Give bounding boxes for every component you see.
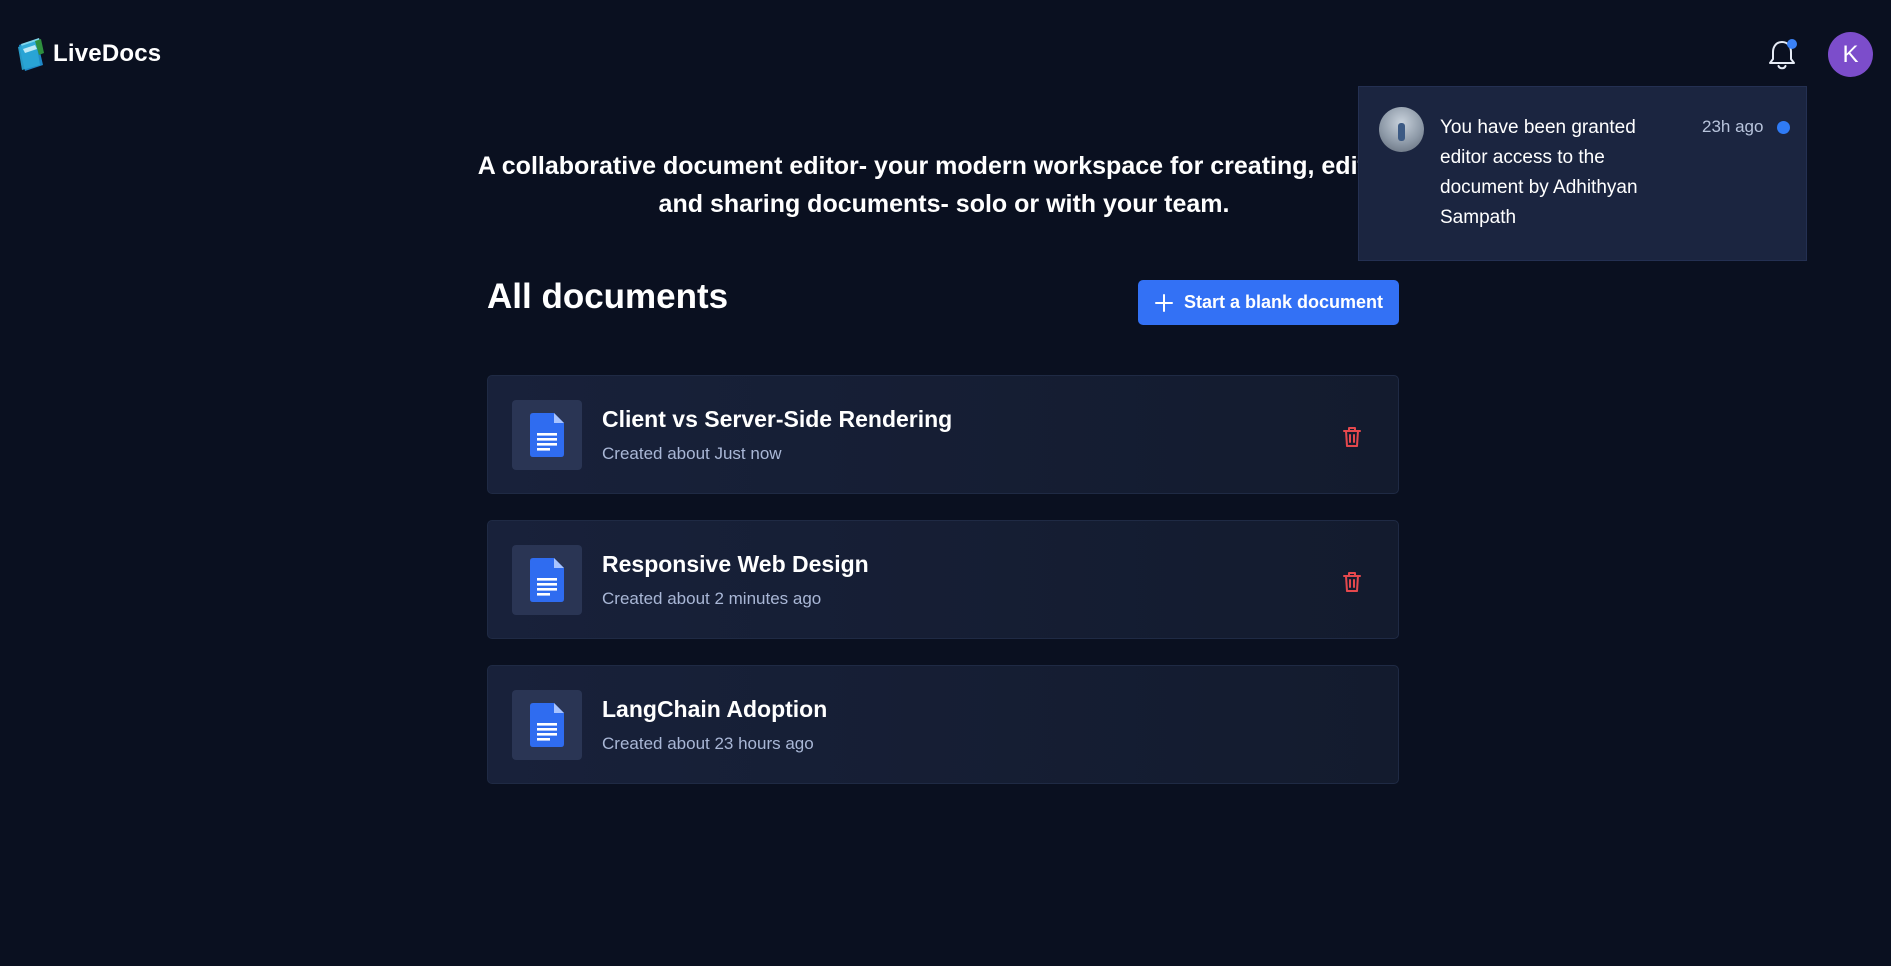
document-thumbnail	[512, 545, 582, 615]
document-thumbnail	[512, 400, 582, 470]
document-created: Created about 2 minutes ago	[602, 589, 822, 608]
document-card[interactable]: Responsive Web Design Created about 2 mi…	[487, 520, 1399, 639]
document-title[interactable]: Client vs Server-Side Rendering	[602, 406, 952, 433]
document-title[interactable]: Responsive Web Design	[602, 551, 869, 578]
document-card[interactable]: Client vs Server-Side Rendering Created …	[487, 375, 1399, 494]
trash-icon[interactable]	[1342, 426, 1362, 448]
avatar-photo-figure	[1398, 123, 1405, 141]
notification-sender-avatar	[1379, 107, 1424, 152]
document-icon	[530, 703, 564, 747]
start-blank-document-label: Start a blank document	[1183, 292, 1384, 312]
livedocs-home: LiveDocs K A collaborative document edit…	[0, 0, 1891, 966]
document-card[interactable]: LangChain Adoption Created about 23 hour…	[487, 665, 1399, 784]
document-created: Created about Just now	[602, 444, 782, 463]
avatar-initial: K	[1842, 40, 1859, 68]
document-title[interactable]: LangChain Adoption	[602, 696, 827, 723]
notification-message: You have been granted editor access to t…	[1440, 117, 1638, 228]
start-blank-document-button[interactable]: Start a blank document	[1138, 280, 1399, 325]
document-thumbnail	[512, 690, 582, 760]
trash-icon[interactable]	[1342, 571, 1362, 593]
notification-unread-dot	[1777, 121, 1790, 134]
livedocs-logo-icon	[18, 38, 44, 71]
page-tagline: A collaborative document editor- your mo…	[477, 152, 1411, 218]
notification-popover[interactable]: You have been granted editor access to t…	[1358, 86, 1807, 261]
document-icon	[530, 413, 564, 457]
unread-indicator-dot	[1787, 39, 1797, 49]
document-created: Created about 23 hours ago	[602, 734, 814, 753]
plus-icon	[1154, 293, 1173, 312]
app-logo[interactable]: LiveDocs	[15, 34, 161, 74]
user-avatar[interactable]: K	[1828, 32, 1873, 77]
app-name: LiveDocs	[53, 40, 162, 67]
section-title: All documents	[487, 277, 729, 316]
notification-time: 23h ago	[1702, 117, 1764, 136]
document-icon	[530, 558, 564, 602]
